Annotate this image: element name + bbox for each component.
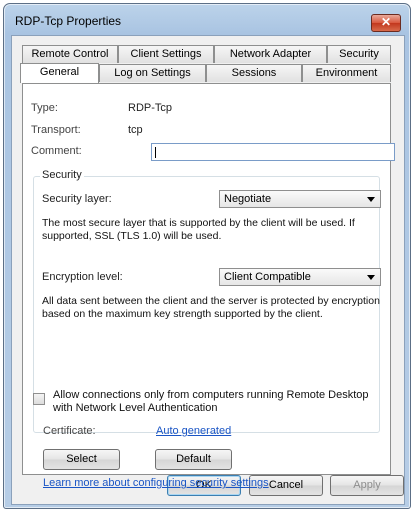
tab-panel-general: Type: RDP-Tcp Transport: tcp Comment: Se… [22, 83, 395, 489]
comment-input[interactable] [151, 143, 395, 161]
learn-more-link[interactable]: Learn more about configuring security se… [43, 477, 269, 489]
security-layer-description: The most secure layer that is supported … [42, 217, 355, 242]
properties-dialog: RDP-Tcp Properties ✕ Remote Control Clie… [3, 3, 411, 509]
chevron-down-icon [367, 275, 375, 280]
tab-remote-control[interactable]: Remote Control [22, 45, 118, 63]
dialog-client-area: Remote Control Client Settings Network A… [11, 35, 405, 505]
tab-client-settings[interactable]: Client Settings [118, 45, 214, 63]
security-group-title: Security [40, 169, 84, 181]
certificate-link[interactable]: Auto generated [156, 425, 231, 437]
type-value: RDP-Tcp [128, 102, 173, 114]
encryption-level-value: Client Compatible [224, 271, 311, 283]
tab-environment[interactable]: Environment [302, 64, 391, 82]
close-button[interactable]: ✕ [371, 14, 401, 32]
default-button[interactable]: Default [155, 449, 232, 470]
encryption-level-description: All data sent between the client and the… [42, 295, 380, 320]
chevron-down-icon [367, 197, 375, 202]
tab-network-adapter[interactable]: Network Adapter [214, 45, 327, 63]
encryption-level-select[interactable]: Client Compatible [219, 268, 381, 286]
security-layer-label: Security layer: [42, 193, 112, 205]
encryption-level-label: Encryption level: [42, 271, 123, 283]
tab-log-on-settings[interactable]: Log on Settings [99, 64, 206, 82]
tab-row-front: General Log on Settings Sessions Environ… [12, 63, 404, 83]
security-layer-value: Negotiate [224, 193, 272, 205]
nla-checkbox-label[interactable]: Allow connections only from computers ru… [53, 389, 383, 415]
certificate-label: Certificate: [43, 425, 96, 437]
close-icon: ✕ [380, 15, 392, 29]
title-bar[interactable]: RDP-Tcp Properties ✕ [4, 4, 410, 38]
window-title: RDP-Tcp Properties [15, 14, 122, 28]
tab-row-back: Remote Control Client Settings Network A… [12, 45, 404, 63]
nla-checkbox[interactable] [33, 393, 45, 405]
tab-security[interactable]: Security [327, 45, 391, 63]
tab-general[interactable]: General [20, 63, 99, 83]
transport-label: Transport: [31, 124, 81, 136]
select-button[interactable]: Select [43, 449, 120, 470]
transport-value: tcp [128, 124, 143, 136]
type-label: Type: [31, 102, 58, 114]
comment-label: Comment: [31, 145, 82, 157]
apply-button[interactable]: Apply [330, 475, 404, 496]
tab-sessions[interactable]: Sessions [206, 64, 302, 82]
text-caret [155, 147, 156, 158]
security-layer-select[interactable]: Negotiate [219, 190, 381, 208]
